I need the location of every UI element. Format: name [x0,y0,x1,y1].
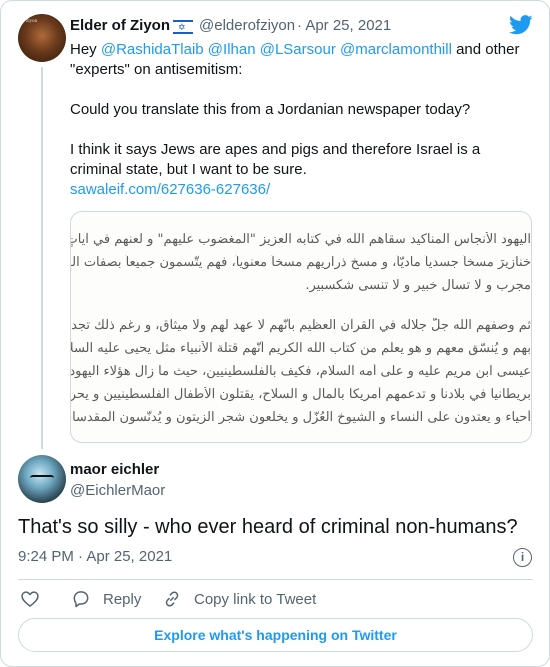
reply-label: Reply [103,590,142,608]
info-circle-icon[interactable]: i [513,548,532,567]
reply-timestamp[interactable]: 9:24 PM · Apr 25, 2021 [18,548,172,565]
text-body: I think it says Jews are apes and pigs a… [70,141,481,178]
arabic-text-line: أحياء و يعتدون على النساء و الشيوخ العُز… [70,410,531,425]
tweet-date[interactable]: · Apr 25, 2021 [297,17,391,34]
thread-connector-line [41,67,43,449]
author-name[interactable]: Elder of Ziyon [70,17,170,34]
arabic-text-line: عيسى ابن مريم عليه و على أمه السلام، فكي… [70,364,531,379]
reply-author-name[interactable]: maor eichler [70,461,159,478]
mention-lsarsour[interactable]: @LSarsour [260,41,336,58]
speech-bubble-icon [73,591,89,608]
copy-link-button[interactable]: Copy link to Tweet [162,589,316,609]
arabic-text-line: بهم و يُنسّق معهم و هو يعلم من كتاب الله… [70,341,531,356]
arabic-text-line: خنازيرَ مسخاً جسدياً ماديّاً، و مسخ ذرار… [70,255,531,270]
heart-icon [21,591,39,607]
newspaper-image[interactable]: اليهود الأنجاس المناكيد سقاهم الله في كت… [70,211,532,443]
mention-ilhan[interactable]: @Ilhan [208,41,256,58]
twitter-bird-icon[interactable] [509,15,533,35]
arabic-text-line: بريطانيا في بلادنا و تدعمهم أمريكا بالما… [70,387,531,402]
text-question: Could you translate this from a Jordania… [70,101,471,118]
like-button[interactable] [20,589,52,609]
divider [18,579,533,580]
avatar-glasses-detail [30,475,54,482]
author-handle[interactable]: @elderofziyon [199,17,295,34]
arabic-text-line: مجرب و لا تسأل خبير و لا تنسى شكسبير. [305,278,531,293]
mention-rashidatlaib[interactable]: @RashidaTlaib [101,41,204,58]
article-link[interactable]: sawaleif.com/627636-627636/ [70,180,532,200]
reply-author-handle[interactable]: @EichlerMaor [70,482,165,499]
original-tweet-text: Hey @RashidaTlaib @Ilhan @LSarsour @marc… [70,40,532,200]
mention-marclamonthill[interactable]: @marclamonthill [340,41,452,58]
israel-flag-icon: ✡ [173,20,193,34]
arabic-text-line: ثم وصفهم الله جلّ جلاله في القرآن العظيم… [70,318,531,333]
avatar-elder-of-ziyon[interactable]: ziyon [18,14,66,62]
reply-button[interactable]: Reply [71,589,141,609]
reply-tweet-text: That's so silly - who ever heard of crim… [18,516,518,538]
link-icon [165,591,179,607]
arabic-text-line: اليهود الأنجاس المناكيد سقاهم الله في كت… [70,232,531,247]
explore-twitter-button[interactable]: Explore what's happening on Twitter [18,618,533,652]
text-greeting: Hey [70,41,101,58]
avatar-text: ziyon [26,19,38,24]
tweet-embed-card: ziyon Elder of Ziyon ✡ @elderofziyon · A… [0,0,550,667]
copy-link-label: Copy link to Tweet [194,590,317,608]
avatar-maor-eichler[interactable] [18,455,66,503]
